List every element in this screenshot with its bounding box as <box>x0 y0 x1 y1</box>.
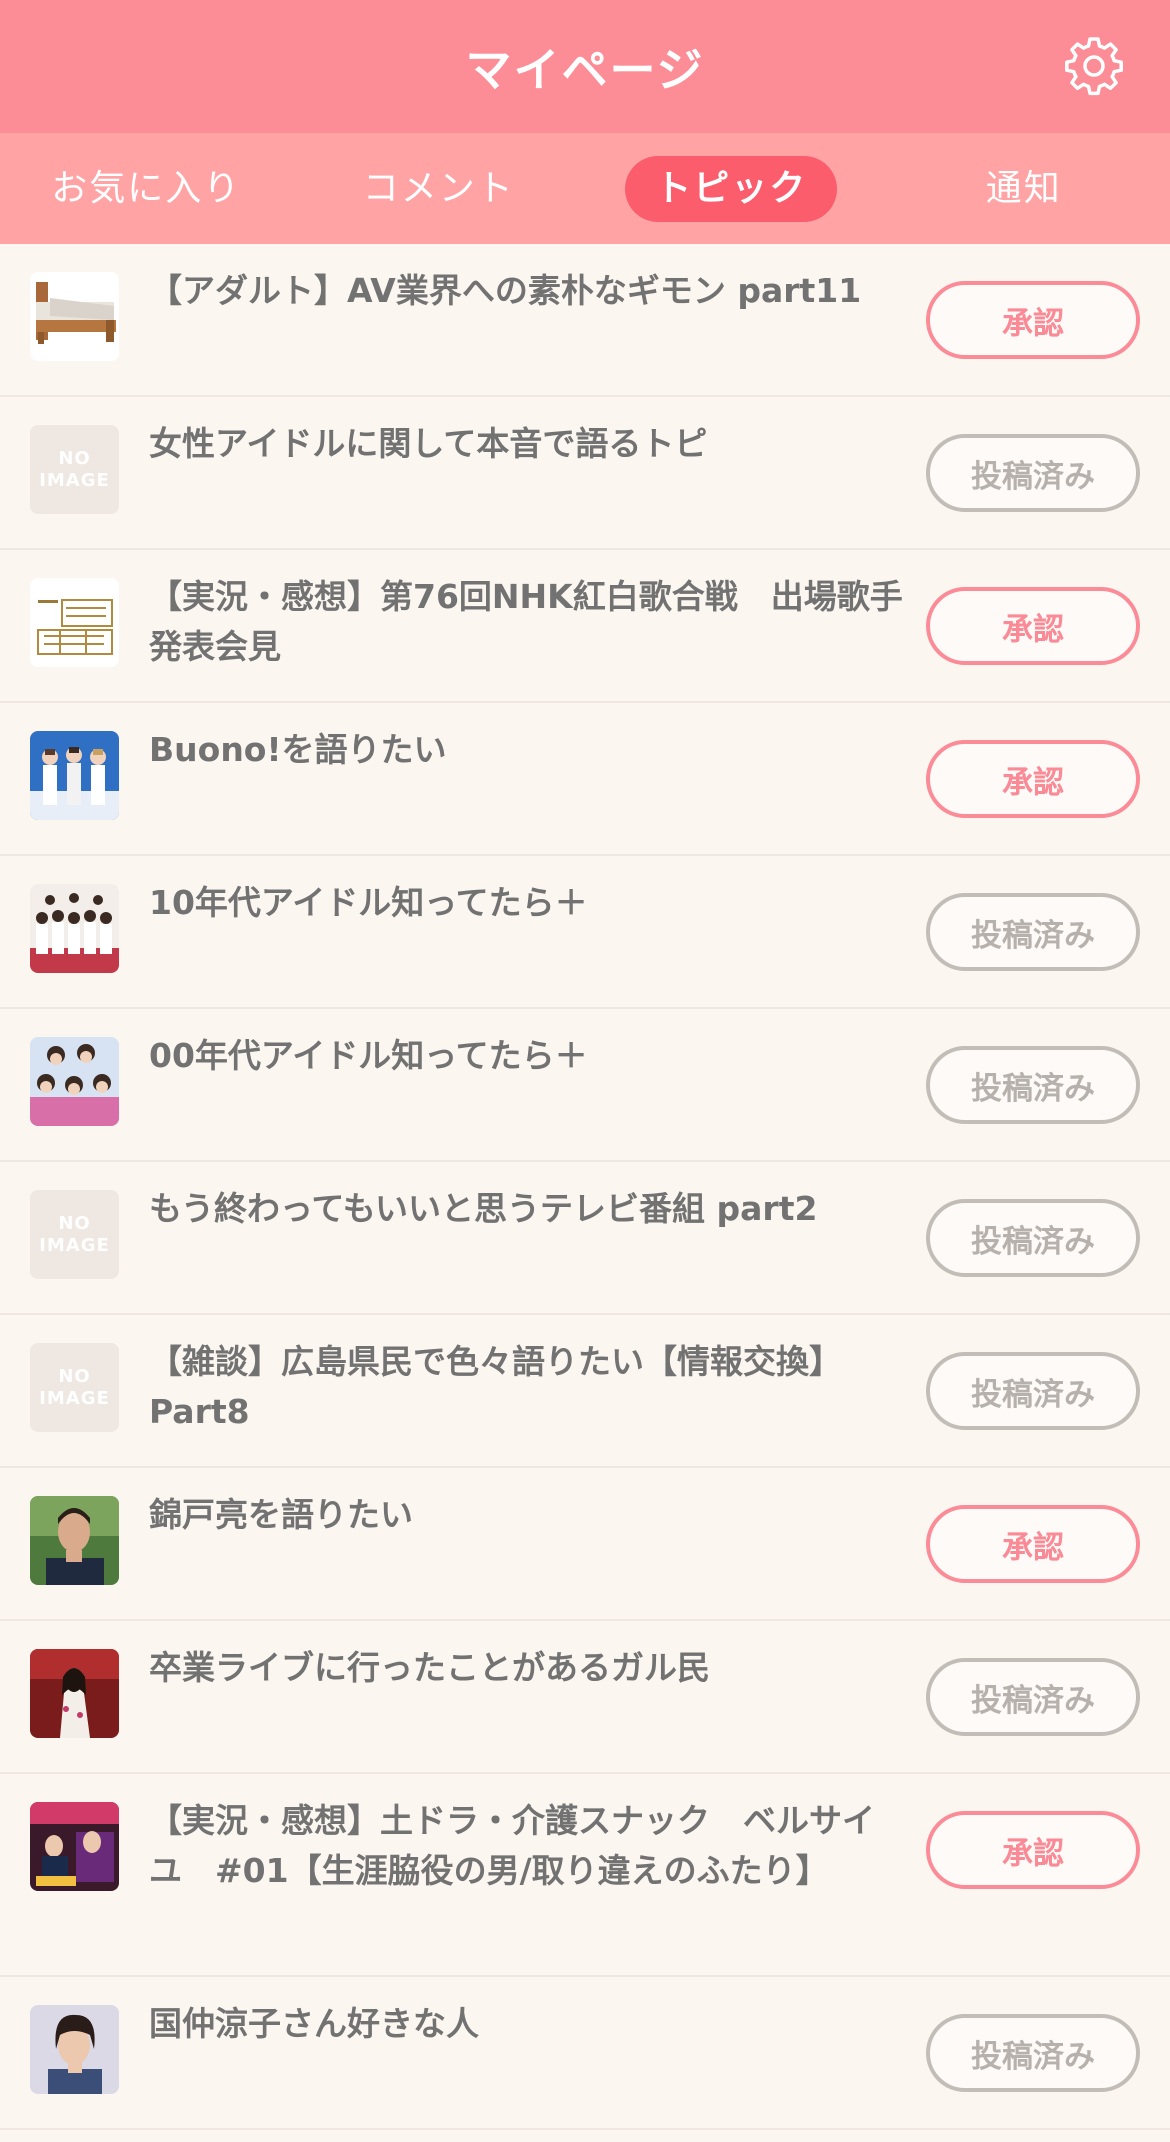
settings-button[interactable] <box>1062 34 1126 98</box>
no-image-text: NO <box>58 1365 91 1387</box>
topic-title[interactable]: 【アダルト】AV業界への素朴なギモン part11 <box>149 266 906 316</box>
topic-title[interactable]: もう終わってもいいと思うテレビ番組 part2 <box>149 1184 906 1234</box>
topic-title[interactable]: 女性アイドルに関して本音で語るトピ <box>149 419 906 469</box>
tab-label: 通知 <box>985 167 1062 209</box>
no-image-text: IMAGE <box>39 1387 110 1409</box>
topic-row[interactable]: 卒業ライブに行ったことがあるガル民 投稿済み <box>0 1621 1170 1774</box>
approve-button[interactable]: 承認 <box>926 1811 1140 1889</box>
no-image-placeholder: NO IMAGE <box>30 425 119 514</box>
posted-button[interactable]: 投稿済み <box>926 2014 1140 2092</box>
no-image-placeholder: NO IMAGE <box>30 1343 119 1432</box>
approve-button[interactable]: 承認 <box>926 587 1140 665</box>
topic-row[interactable]: 【実況・感想】土ドラ・介護スナック ベルサイユ #01【生涯脇役の男/取り違えの… <box>0 1774 1170 1977</box>
topic-thumbnail <box>30 884 119 973</box>
posted-button[interactable]: 投稿済み <box>926 1199 1140 1277</box>
topic-row[interactable]: 【アダルト】AV業界への素朴なギモン part11 承認 <box>0 244 1170 397</box>
approve-button[interactable]: 承認 <box>926 281 1140 359</box>
topic-thumbnail <box>30 1802 119 1891</box>
tab-label: お気に入り <box>51 167 242 209</box>
tab-bar: お気に入り コメント トピック 通知 <box>0 133 1170 244</box>
tab-label: コメント <box>362 167 515 209</box>
topic-title[interactable]: 【実況・感想】第76回NHK紅白歌合戦 出場歌手発表会見 <box>149 572 906 672</box>
topic-row[interactable]: NO IMAGE 【雑談】広島県民で色々語りたい【情報交換】Part8 投稿済み <box>0 1315 1170 1468</box>
topic-thumbnail <box>30 731 119 820</box>
topic-row[interactable]: Buono!を語りたい 承認 <box>0 703 1170 856</box>
gear-icon <box>1065 37 1123 96</box>
topic-thumbnail <box>30 578 119 667</box>
topic-title[interactable]: 錦戸亮を語りたい <box>149 1490 906 1540</box>
posted-button[interactable]: 投稿済み <box>926 434 1140 512</box>
posted-button[interactable]: 投稿済み <box>926 1352 1140 1430</box>
tab-comments[interactable]: コメント <box>293 133 586 244</box>
topic-title[interactable]: 【雑談】広島県民で色々語りたい【情報交換】Part8 <box>149 1337 906 1437</box>
topic-list: 【アダルト】AV業界への素朴なギモン part11 承認 NO IMAGE 女性… <box>0 244 1170 2130</box>
posted-button[interactable]: 投稿済み <box>926 893 1140 971</box>
approve-button[interactable]: 承認 <box>926 740 1140 818</box>
app-root: マイページ お気に入り コメント トピック 通知 【アダルト】AV業界への素朴な… <box>0 0 1170 2142</box>
posted-button[interactable]: 投稿済み <box>926 1658 1140 1736</box>
posted-button[interactable]: 投稿済み <box>926 1046 1140 1124</box>
topic-row[interactable]: NO IMAGE 女性アイドルに関して本音で語るトピ 投稿済み <box>0 397 1170 550</box>
page-title: マイページ <box>465 42 705 97</box>
no-image-text: NO <box>58 1212 91 1234</box>
topic-row[interactable]: 【実況・感想】第76回NHK紅白歌合戦 出場歌手発表会見 承認 <box>0 550 1170 703</box>
tab-favorites[interactable]: お気に入り <box>0 133 293 244</box>
tab-label: トピック <box>625 155 838 222</box>
topic-row[interactable]: 国仲涼子さん好きな人 投稿済み <box>0 1977 1170 2130</box>
topic-title[interactable]: 10年代アイドル知ってたら＋ <box>149 878 906 928</box>
topic-thumbnail <box>30 1649 119 1738</box>
topic-row[interactable]: 10年代アイドル知ってたら＋ 投稿済み <box>0 856 1170 1009</box>
header-bar: マイページ <box>0 0 1170 133</box>
tab-topics[interactable]: トピック <box>585 133 878 244</box>
topic-title[interactable]: 国仲涼子さん好きな人 <box>149 1999 906 2049</box>
topic-thumbnail <box>30 1037 119 1126</box>
approve-button[interactable]: 承認 <box>926 1505 1140 1583</box>
tab-notifications[interactable]: 通知 <box>878 133 1170 244</box>
no-image-text: IMAGE <box>39 1234 110 1256</box>
topic-title[interactable]: 【実況・感想】土ドラ・介護スナック ベルサイユ #01【生涯脇役の男/取り違えの… <box>149 1796 906 1896</box>
topic-row[interactable]: NO IMAGE もう終わってもいいと思うテレビ番組 part2 投稿済み <box>0 1162 1170 1315</box>
topic-title[interactable]: 00年代アイドル知ってたら＋ <box>149 1031 906 1081</box>
topic-title[interactable]: 卒業ライブに行ったことがあるガル民 <box>149 1643 906 1693</box>
topic-thumbnail <box>30 272 119 361</box>
topic-thumbnail <box>30 2005 119 2094</box>
topic-title[interactable]: Buono!を語りたい <box>149 725 906 775</box>
topic-row[interactable]: 錦戸亮を語りたい 承認 <box>0 1468 1170 1621</box>
no-image-text: NO <box>58 447 91 469</box>
no-image-text: IMAGE <box>39 469 110 491</box>
no-image-placeholder: NO IMAGE <box>30 1190 119 1279</box>
topic-row[interactable]: 00年代アイドル知ってたら＋ 投稿済み <box>0 1009 1170 1162</box>
topic-thumbnail <box>30 1496 119 1585</box>
